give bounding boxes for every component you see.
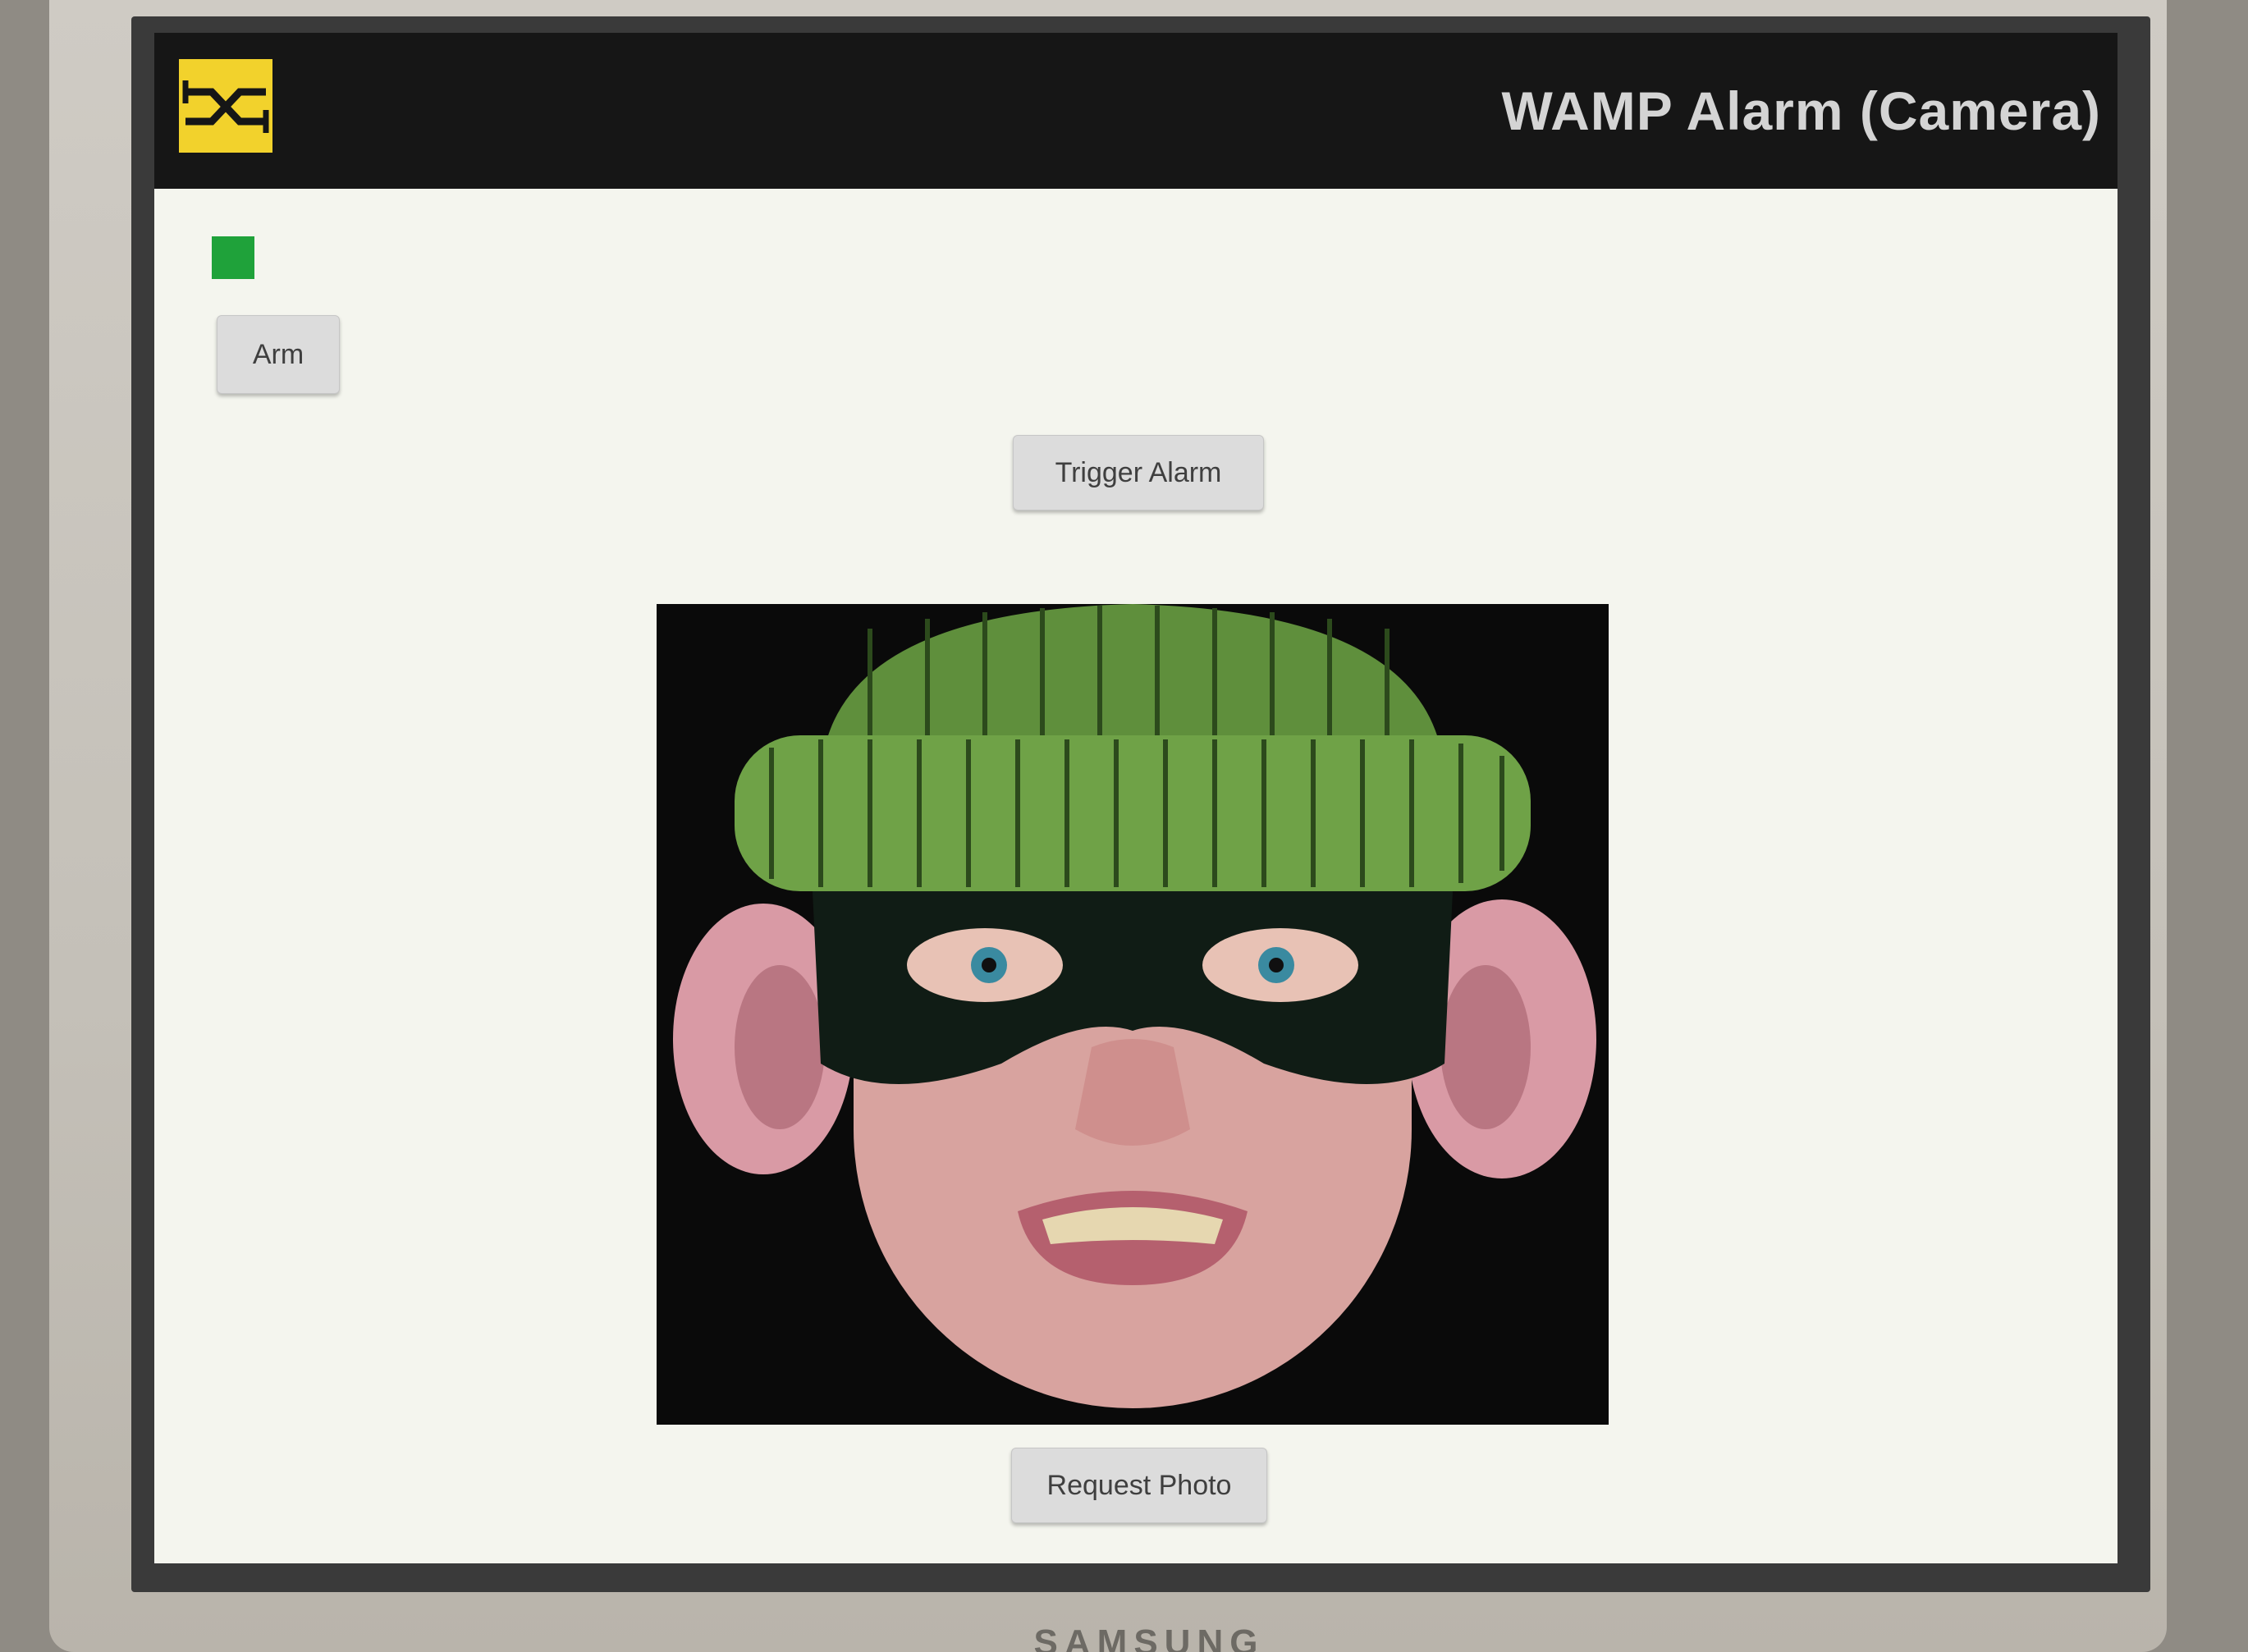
monitor-brand: SAMSUNG [1033,1622,1265,1652]
request-photo-button[interactable]: Request Photo [1011,1448,1267,1523]
trigger-alarm-button[interactable]: Trigger Alarm [1013,435,1264,510]
arm-button[interactable]: Arm [217,315,340,394]
app-window: WAMP Alarm (Camera) Arm Trigger Alarm Re… [154,33,2118,1563]
camera-photo [657,604,1609,1425]
crossbar-logo-icon [179,59,272,153]
app-title: WAMP Alarm (Camera) [1501,80,2101,141]
app-header: WAMP Alarm (Camera) [154,33,2118,189]
armed-status-indicator [212,236,254,279]
